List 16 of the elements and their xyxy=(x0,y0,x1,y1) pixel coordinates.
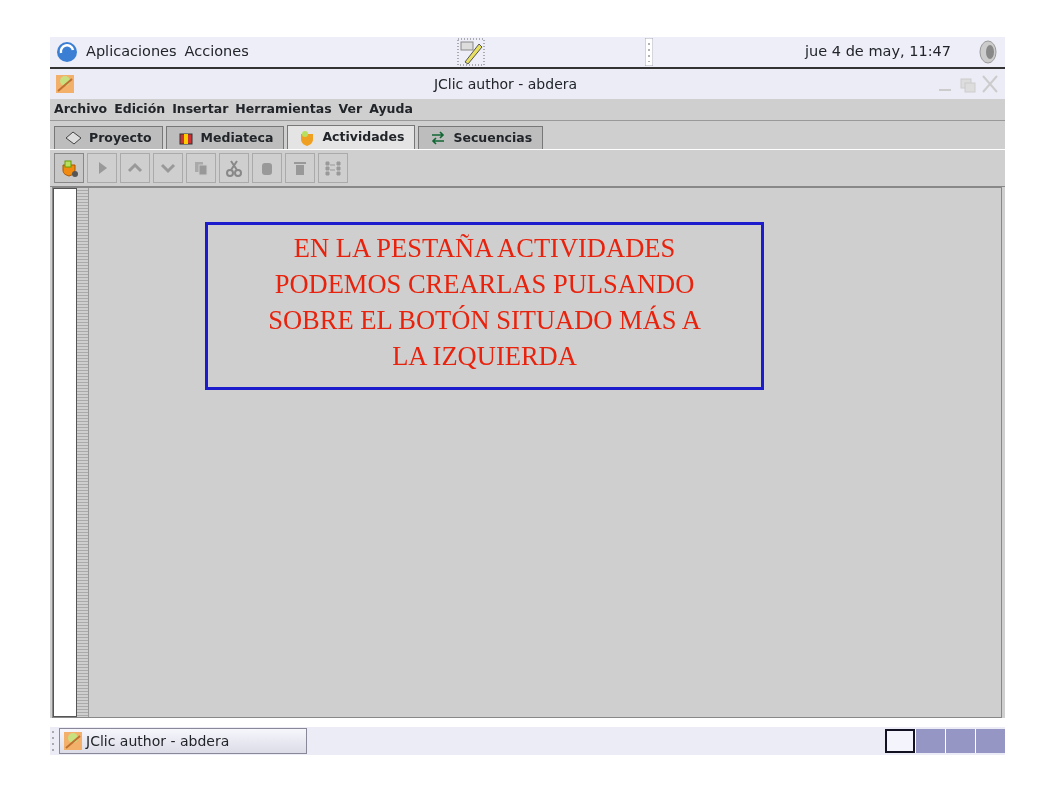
menu-item[interactable]: Insertar xyxy=(172,100,229,119)
tab[interactable]: Actividades xyxy=(287,125,416,149)
taskbar-button[interactable]: JClic author - abdera xyxy=(59,728,307,754)
tab[interactable]: Secuencias xyxy=(418,126,544,149)
menu-item[interactable]: Herramientas xyxy=(235,100,332,119)
panel-menu[interactable]: Aplicaciones xyxy=(86,41,177,63)
window-title: JClic author - abdera xyxy=(432,74,579,94)
annotation-text: EN LA PESTAÑA ACTIVIDADES PODEMOS CREARLAS PULSANDO SOBRE EL BOTÓN SITUADO MÁS A LA IZQUIERDA xyxy=(205,222,764,390)
menu-item[interactable]: Ayuda xyxy=(369,100,413,119)
menu-item[interactable]: Edición xyxy=(114,100,166,119)
panel-menu[interactable]: Acciones xyxy=(184,41,249,63)
tab[interactable]: Proyecto xyxy=(54,126,163,149)
clock-text: jue 4 de may, 11:47 xyxy=(805,42,951,62)
menu-item[interactable]: Ver xyxy=(338,100,363,119)
tab[interactable]: Mediateca xyxy=(165,126,285,149)
menu-item[interactable]: Archivo xyxy=(54,100,108,119)
